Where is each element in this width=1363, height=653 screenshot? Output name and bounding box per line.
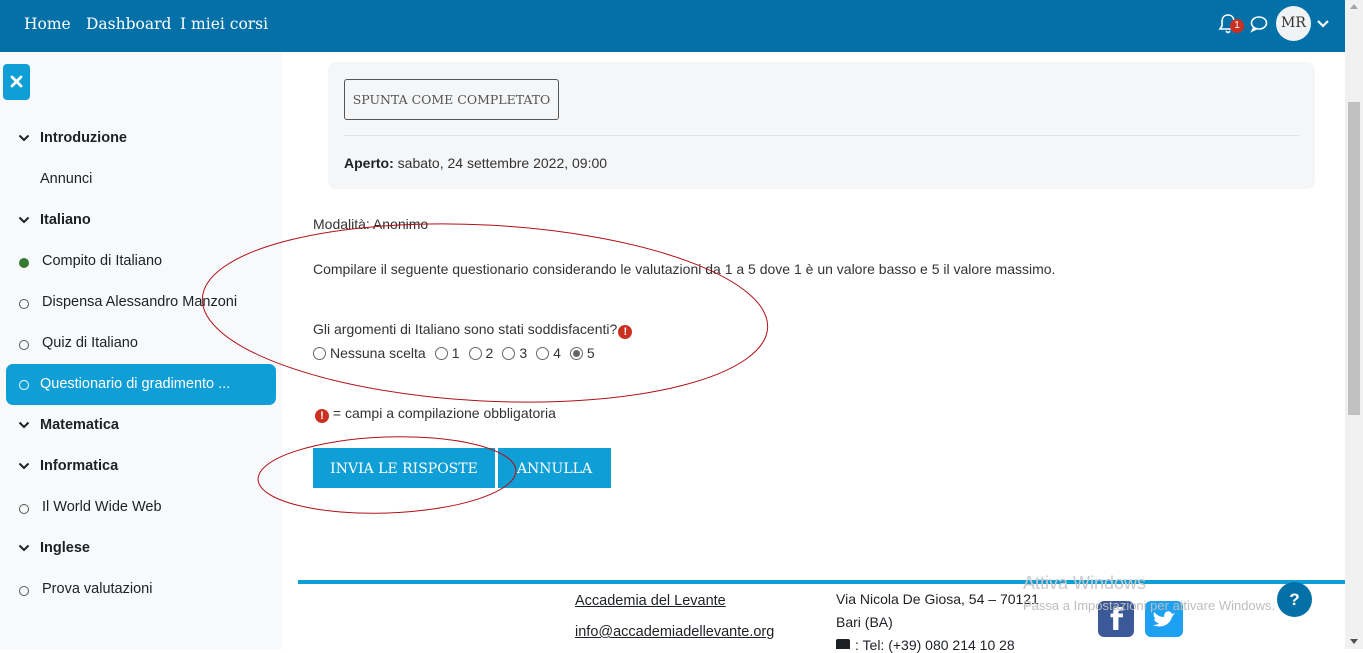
footer-top-border xyxy=(298,580,1345,584)
cancel-button[interactable]: ANNULLA xyxy=(498,448,611,488)
user-avatar[interactable]: MR xyxy=(1276,6,1311,41)
drawer-item-dispensa-manzoni[interactable]: Dispensa Alessandro Manzoni xyxy=(42,294,237,310)
section-inglese[interactable]: Inglese xyxy=(40,540,90,556)
scrollbar-thumb[interactable] xyxy=(1348,102,1360,415)
drawer-item-world-wide-web[interactable]: Il World Wide Web xyxy=(42,499,162,515)
question-label: Gli argomenti di Italiano sono stati sod… xyxy=(313,321,618,337)
nav-home-link[interactable]: Home xyxy=(24,15,71,33)
drawer-item-label: Questionario di gradimento ... xyxy=(40,376,231,392)
windows-activation-title: Attiva Windows xyxy=(1023,573,1147,593)
required-icon: ! xyxy=(618,325,633,339)
feedback-mode: Modalità: Anonimo xyxy=(313,216,429,232)
section-chevron-down-icon[interactable] xyxy=(18,421,30,429)
chat-icon[interactable] xyxy=(1249,14,1269,34)
footer-email-link[interactable]: info@accademiadellevante.org xyxy=(575,624,774,640)
section-chevron-down-icon[interactable] xyxy=(18,216,30,224)
section-chevron-down-icon[interactable] xyxy=(18,134,30,142)
nav-dashboard-link[interactable]: Dashboard xyxy=(86,15,171,33)
close-icon xyxy=(10,75,23,88)
option-5[interactable]: 5 xyxy=(569,345,595,361)
completion-incomplete-icon xyxy=(19,299,29,309)
feedback-question: Gli argomenti di Italiano sono stati sod… xyxy=(313,321,633,339)
option-2[interactable]: 2 xyxy=(468,345,493,361)
notification-badge: 1 xyxy=(1230,19,1244,33)
footer-address-line1: Via Nicola De Giosa, 54 – 70121 xyxy=(836,591,1039,607)
footer-org-link[interactable]: Accademia del Levante xyxy=(575,593,726,609)
opened-label: Aperto: xyxy=(344,155,394,171)
footer-address-line2: Bari (BA) xyxy=(836,614,893,630)
option-1[interactable]: 1 xyxy=(434,345,460,361)
submit-answers-button[interactable]: INVIA LE RISPOSTE xyxy=(313,448,495,488)
section-italiano[interactable]: Italiano xyxy=(40,212,91,228)
chevron-down-icon[interactable] xyxy=(1316,19,1330,29)
completion-incomplete-icon xyxy=(19,504,29,514)
activity-opened-date: Aperto: sabato, 24 settembre 2022, 09:00 xyxy=(344,155,607,171)
footer-phone: : Tel: (+39) 080 214 10 28 xyxy=(855,637,1015,653)
radio-button[interactable] xyxy=(313,346,326,360)
drawer-item-questionario-active[interactable]: Questionario di gradimento ... xyxy=(6,364,276,405)
completion-incomplete-icon xyxy=(19,380,29,390)
section-matematica[interactable]: Matematica xyxy=(40,417,119,433)
legend-text: = campi a compilazione obbligatoria xyxy=(329,405,556,421)
rating-options: Nessuna scelta 1 2 3 4 5 xyxy=(313,345,604,361)
section-introduzione[interactable]: Introduzione xyxy=(40,130,127,146)
radio-button[interactable] xyxy=(536,346,550,360)
windows-activation-subtitle: Passa a Impostazioni per attivare Window… xyxy=(1023,598,1276,613)
section-chevron-down-icon[interactable] xyxy=(18,462,30,470)
help-button[interactable]: ? xyxy=(1277,582,1312,617)
radio-button[interactable] xyxy=(502,346,516,360)
feedback-intro: Compilare il seguente questionario consi… xyxy=(313,261,1056,277)
drawer-item-compito-italiano[interactable]: Compito di Italiano xyxy=(42,253,162,269)
completion-complete-icon xyxy=(19,258,29,268)
drawer-item-annunci[interactable]: Annunci xyxy=(40,171,92,187)
section-informatica[interactable]: Informatica xyxy=(40,458,118,474)
completion-incomplete-icon xyxy=(19,586,29,596)
radio-button[interactable] xyxy=(434,346,448,360)
drawer-item-quiz-italiano[interactable]: Quiz di Italiano xyxy=(42,335,138,351)
scroll-down-arrow-icon[interactable] xyxy=(1350,639,1358,644)
opened-value: sabato, 24 settembre 2022, 09:00 xyxy=(393,155,608,171)
completion-incomplete-icon xyxy=(19,340,29,350)
option-3[interactable]: 3 xyxy=(502,345,527,361)
drawer-item-prova-valutazioni[interactable]: Prova valutazioni xyxy=(42,581,152,597)
required-legend: ! = campi a compilazione obbligatoria xyxy=(314,405,556,423)
radio-button[interactable] xyxy=(468,346,482,360)
card-divider xyxy=(344,135,1299,136)
option-4[interactable]: 4 xyxy=(536,345,561,361)
mark-as-done-button[interactable]: SPUNTA COME COMPLETATO xyxy=(344,79,559,120)
close-drawer-button[interactable] xyxy=(3,64,30,100)
scroll-up-arrow-icon[interactable] xyxy=(1350,4,1358,9)
radio-button-checked[interactable] xyxy=(569,346,583,360)
required-icon: ! xyxy=(315,409,329,423)
section-chevron-down-icon[interactable] xyxy=(18,544,30,552)
nav-my-courses-link[interactable]: I miei corsi xyxy=(180,15,268,33)
phone-icon xyxy=(836,639,850,649)
option-nessuna-scelta[interactable]: Nessuna scelta xyxy=(313,345,426,361)
